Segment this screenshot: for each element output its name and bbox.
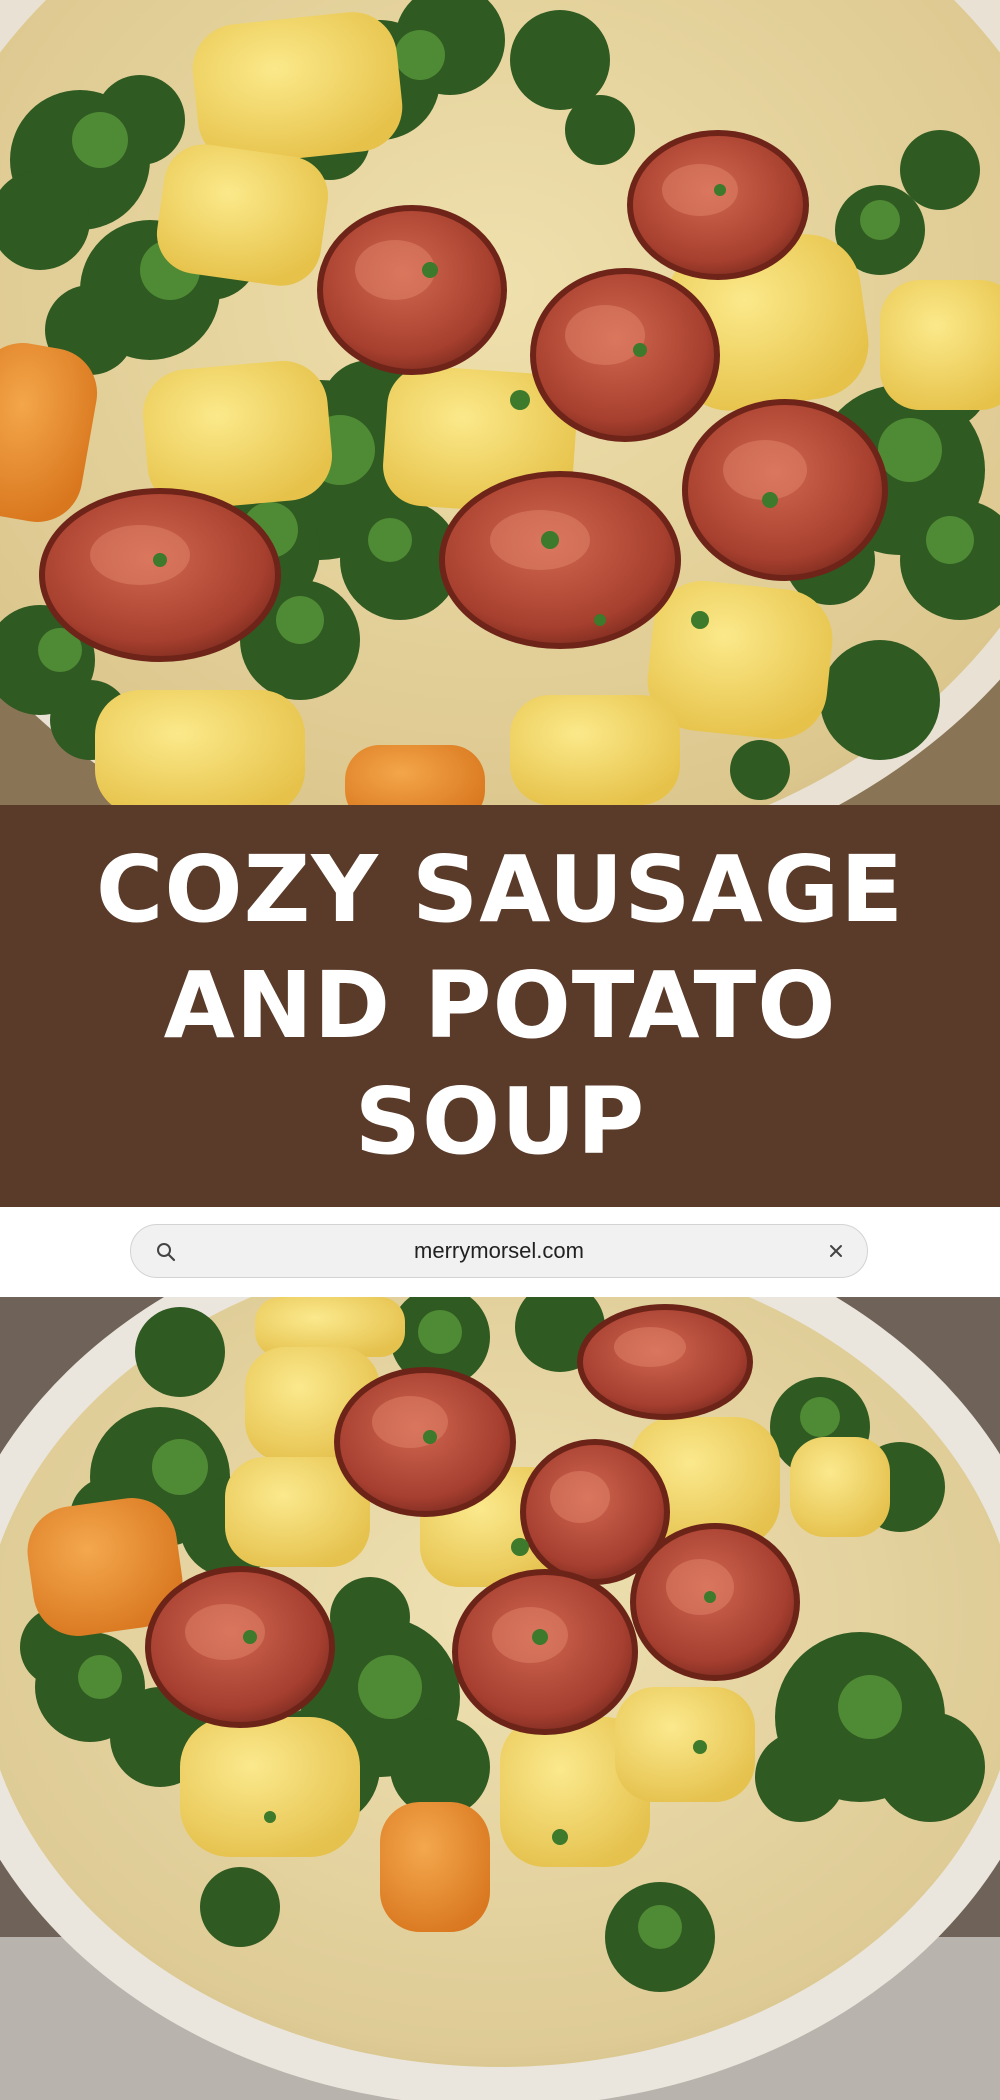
search-icon [155,1241,177,1263]
website-url: merrymorsel.com [414,1238,584,1263]
recipe-title-line-3: SOUP [354,1068,646,1175]
title-banner: COZY SAUSAGE AND POTATO SOUP [0,805,1000,1207]
pin-page: COZY SAUSAGE AND POTATO SOUP merrymorsel… [0,0,1000,2100]
recipe-title-line-2: AND POTATO [163,952,837,1059]
bottom-soup-photo [0,1297,1000,2100]
top-soup-photo [0,0,1000,805]
website-search-bar[interactable]: merrymorsel.com [130,1224,868,1278]
url-band: merrymorsel.com [0,1207,1000,1297]
recipe-title-line-1: COZY SAUSAGE [95,836,905,943]
close-icon[interactable] [825,1240,847,1262]
